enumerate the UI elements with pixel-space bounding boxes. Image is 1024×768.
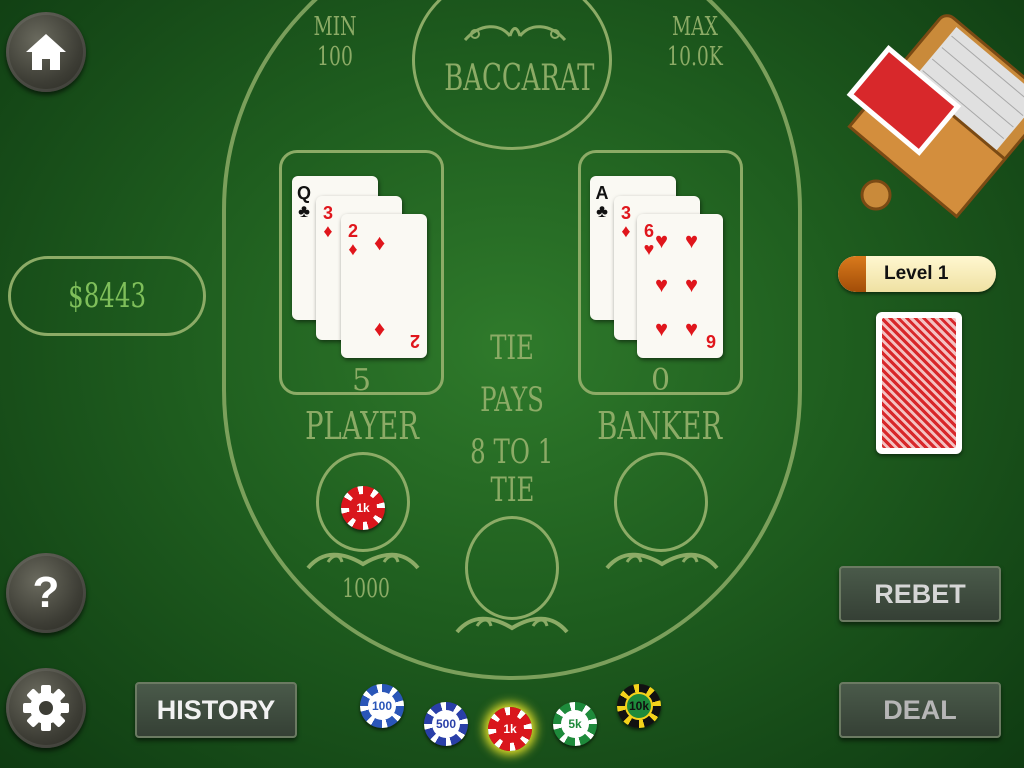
help-button[interactable]: ? [6, 553, 86, 633]
card-pip: ♦ [374, 316, 386, 341]
card-suit: ♦ [323, 221, 333, 241]
banker-bet-spot[interactable] [614, 452, 708, 552]
card-shoe-icon [846, 14, 1024, 219]
level-progress-fill [838, 256, 867, 292]
question-icon: ? [32, 568, 60, 617]
deal-button-label: DEAL [883, 694, 957, 725]
banker-label: BANKER [597, 404, 723, 448]
vine-ornament-icon [306, 552, 420, 570]
card-rank: 3 [620, 203, 631, 223]
vine-ornament-icon [605, 552, 719, 570]
card-pip: ♦ [374, 230, 386, 255]
player-bet-chip: 1k [341, 486, 385, 530]
card-rank: Q [296, 183, 311, 203]
card-back-pattern [882, 318, 956, 448]
vine-ornament-icon [455, 616, 569, 634]
card-pip: ♥ [685, 316, 699, 341]
table-title: BACCARAT [444, 58, 595, 99]
player-card-3: 2 ♦ ♦ ♦ 2 [341, 214, 427, 358]
card-suit: ♦ [621, 221, 631, 241]
min-bet-label: MIN 100 [313, 12, 357, 72]
discard-card [876, 312, 962, 454]
card-pip: ♥ [685, 272, 699, 297]
card-rank: 2 [410, 331, 421, 351]
chip-500[interactable]: 500 [424, 702, 468, 746]
history-button[interactable]: HISTORY [135, 682, 297, 738]
card-pip: ♥ [655, 316, 669, 341]
chip-100[interactable]: 100 [360, 684, 404, 728]
home-icon [26, 34, 66, 70]
chip-5k[interactable]: 5k [553, 702, 597, 746]
chip-label: 100 [368, 692, 396, 720]
card-rank: 3 [322, 203, 333, 223]
card-rank: 6 [706, 331, 717, 351]
tie-payout-text: TIE PAYS 8 TO 1 [470, 328, 554, 472]
chip-label: 500 [432, 710, 460, 738]
home-button[interactable] [6, 12, 86, 92]
card-pip: ♥ [655, 228, 669, 253]
chip-label: 1k [349, 494, 377, 522]
balance-display: $8443 [8, 256, 206, 336]
chip-label: 10k [625, 692, 653, 720]
card-suit: ♦ [348, 239, 358, 259]
level-progress-bar: Level 1 [838, 256, 996, 292]
chip-10k[interactable]: 10k [617, 684, 661, 728]
chip-1k-selected[interactable]: 1k [488, 707, 532, 751]
chip-label: 5k [561, 710, 589, 738]
banker-score: 0 [650, 363, 671, 398]
chip-label: 1k [496, 715, 524, 743]
card-suit: ♣ [298, 201, 310, 221]
max-bet-label: MAX 10.0K [667, 12, 723, 72]
gear-icon [23, 685, 69, 731]
banker-card-3: 6 ♥ ♥ ♥ ♥ ♥ ♥ ♥ 6 [637, 214, 723, 358]
card-pip: ♥ [655, 272, 669, 297]
deal-button[interactable]: DEAL [839, 682, 1001, 738]
rebet-button[interactable]: REBET [839, 566, 1001, 622]
balance-amount: $8443 [68, 276, 146, 316]
card-rank: A [595, 183, 609, 203]
tie-label: TIE [490, 470, 534, 510]
card-pip: ♥ [685, 228, 699, 253]
player-score: 5 [351, 363, 372, 398]
player-bet-amount: 1000 [342, 574, 390, 604]
history-button-label: HISTORY [156, 694, 276, 725]
level-label: Level 1 [884, 263, 949, 284]
player-label: PLAYER [305, 404, 419, 448]
settings-button[interactable] [6, 668, 86, 748]
card-suit: ♣ [596, 201, 608, 221]
card-rank: 2 [347, 221, 358, 241]
rebet-button-label: REBET [874, 578, 966, 609]
ornament-icon [463, 25, 567, 42]
